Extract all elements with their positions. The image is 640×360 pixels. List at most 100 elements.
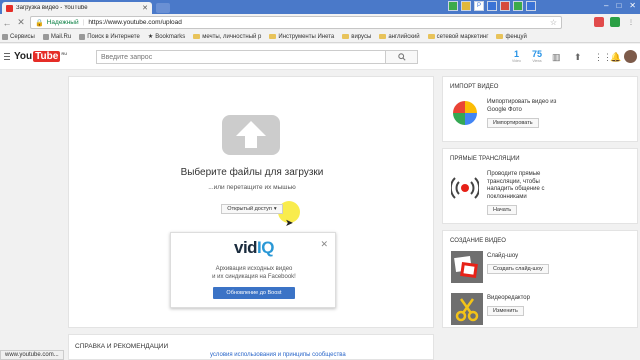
views-count-label: Views	[532, 59, 542, 63]
bookmark-star-icon[interactable]: ☆	[550, 18, 557, 27]
menu-icon[interactable]: ⋮	[626, 17, 636, 27]
url-text: https://www.youtube.com/upload	[88, 19, 182, 26]
logo-region: RU	[61, 51, 68, 56]
video-editor-scissors-icon	[451, 293, 483, 325]
bookmark-services[interactable]: Сервисы	[2, 33, 35, 40]
maximize-icon[interactable]: □	[616, 1, 621, 10]
youtube-masthead: You Tube RU 1 Video 75 Views ▥ ⬆ ⋮⋮ 🔔	[0, 44, 640, 70]
pinned-tab-icon[interactable]: P	[474, 1, 484, 11]
privacy-value: Открытый доступ	[227, 206, 272, 212]
folder-icon	[427, 34, 435, 39]
bookmark-label: вирусы	[351, 33, 372, 40]
bookmark-folder[interactable]: мечты, личностный р	[193, 34, 261, 40]
extension-icon[interactable]	[594, 17, 604, 27]
card-title: СОЗДАНИЕ ВИДЕО	[450, 238, 506, 244]
pinned-tab-icon[interactable]	[487, 1, 497, 11]
upload-title: Выберите файлы для загрузки	[180, 167, 324, 178]
stop-icon[interactable]: ✕	[14, 17, 28, 28]
pinned-tab-icon[interactable]	[461, 1, 471, 11]
bookmark-folder[interactable]: Инструменты Инета	[269, 34, 334, 40]
vidiq-logo-vid: vid	[233, 238, 258, 257]
youtube-favicon-icon	[6, 4, 13, 12]
analytics-icon[interactable]: ▥	[552, 52, 561, 63]
start-live-button[interactable]: Начать	[487, 205, 518, 215]
window-controls: – □ ✕	[604, 1, 636, 10]
upload-arrow-icon[interactable]	[222, 115, 280, 155]
search-input[interactable]	[97, 51, 385, 63]
folder-icon	[496, 34, 504, 39]
pinned-tab-icon[interactable]	[513, 1, 523, 11]
import-button[interactable]: Импортировать	[487, 118, 539, 128]
upload-subtitle: ...или перетащите их мышью	[208, 184, 296, 191]
bookmark-bookmarks[interactable]: ★ Bookmarks	[147, 33, 186, 41]
privacy-select[interactable]: Открытый доступ ▾	[221, 204, 283, 214]
extension-icons: ⋮	[594, 17, 636, 27]
bookmark-label: Поиск в Интернете	[87, 33, 140, 40]
upload-icon[interactable]: ⬆	[574, 52, 582, 63]
bookmark-label: Инструменты Инета	[278, 33, 335, 40]
bookmark-search[interactable]: Поиск в Интернете	[79, 33, 140, 40]
folder-icon	[342, 34, 350, 39]
create-slideshow-button[interactable]: Создать слайд-шоу	[487, 264, 549, 274]
bookmark-folder[interactable]: английский	[379, 34, 420, 40]
logo-tube: Tube	[33, 51, 61, 62]
policy-link[interactable]: условия использования и принципы сообщес…	[210, 352, 346, 358]
bookmarks-bar: Сервисы Mail.Ru Поиск в Интернете ★ Bookm…	[0, 31, 640, 43]
extension-icon[interactable]	[610, 17, 620, 27]
avatar[interactable]	[624, 50, 637, 63]
page-icon	[79, 33, 86, 40]
vidiq-logo: vidIQ	[171, 238, 337, 258]
vidiq-message-line1: Архивация исходных видео	[215, 266, 293, 272]
page-icon	[42, 33, 49, 40]
new-tab-button[interactable]	[156, 3, 170, 13]
video-count[interactable]: 1 Video	[512, 49, 521, 63]
tab-close-icon[interactable]: ✕	[142, 4, 148, 12]
bookmark-label: Mail.Ru	[50, 33, 72, 40]
youtube-logo[interactable]: You Tube RU	[14, 51, 67, 62]
edit-video-button[interactable]: Изменить	[487, 306, 524, 316]
search-button[interactable]	[385, 51, 417, 63]
bookmark-label: Bookmarks	[155, 33, 186, 40]
tab-title: Загрузка видео - YouTube	[16, 5, 88, 11]
help-title: СПРАВКА И РЕКОМЕНДАЦИИ	[75, 343, 169, 350]
pinned-tab-icon[interactable]	[448, 1, 458, 11]
google-photos-icon	[453, 101, 477, 125]
bookmark-folder[interactable]: фенцуй	[496, 34, 527, 40]
search-icon	[397, 53, 406, 61]
star-icon: ★	[147, 34, 154, 40]
video-editor-label: Видеоредактор	[487, 295, 530, 301]
address-bar[interactable]: 🔒 Надежный | https://www.youtube.com/upl…	[30, 16, 562, 29]
guide-menu-icon[interactable]	[4, 53, 10, 62]
video-count-label: Video	[512, 59, 521, 63]
slideshow-label: Слайд-шоу	[487, 253, 519, 259]
import-video-card: ИМПОРТ ВИДЕО Импортировать видео из Goog…	[442, 76, 638, 142]
pinned-tabs: P	[448, 1, 536, 11]
bookmark-label: мечты, личностный р	[202, 33, 262, 40]
vidiq-logo-iq: IQ	[257, 238, 274, 257]
upgrade-boost-button[interactable]: Обновление до Boost	[213, 287, 295, 299]
card-title: ИМПОРТ ВИДЕО	[450, 84, 499, 90]
back-icon[interactable]: ←	[0, 18, 14, 28]
folder-icon	[269, 34, 277, 39]
bookmark-folder[interactable]: сетевой маркетинг	[427, 34, 488, 40]
pinned-tab-icon[interactable]	[526, 1, 536, 11]
vidiq-popup: ✕ vidIQ Архивация исходных видео и их си…	[170, 232, 336, 308]
minimize-icon[interactable]: –	[604, 1, 608, 10]
bookmark-mailru[interactable]: Mail.Ru	[42, 33, 72, 40]
import-description: Импортировать видео из Google Фото	[487, 99, 557, 113]
notifications-icon[interactable]: 🔔	[610, 52, 621, 63]
browser-tabstrip: Загрузка видео - YouTube ✕ P – □ ✕	[0, 0, 640, 14]
close-window-icon[interactable]: ✕	[629, 1, 636, 10]
views-count[interactable]: 75 Views	[532, 49, 542, 63]
secure-label: Надежный	[46, 19, 79, 26]
bookmark-folder[interactable]: вирусы	[342, 34, 371, 40]
apps-icon	[2, 33, 8, 40]
logo-you: You	[14, 51, 33, 62]
pinned-tab-icon[interactable]	[500, 1, 510, 11]
live-broadcast-icon	[451, 177, 479, 199]
create-video-card: СОЗДАНИЕ ВИДЕО Слайд-шоу Создать слайд-ш…	[442, 230, 638, 328]
browser-tab-active[interactable]: Загрузка видео - YouTube ✕	[2, 2, 152, 14]
live-streaming-card: ПРЯМЫЕ ТРАНСЛЯЦИИ Проводите прямые транс…	[442, 148, 638, 224]
slideshow-icon	[451, 251, 483, 283]
lock-icon: 🔒	[35, 19, 44, 27]
